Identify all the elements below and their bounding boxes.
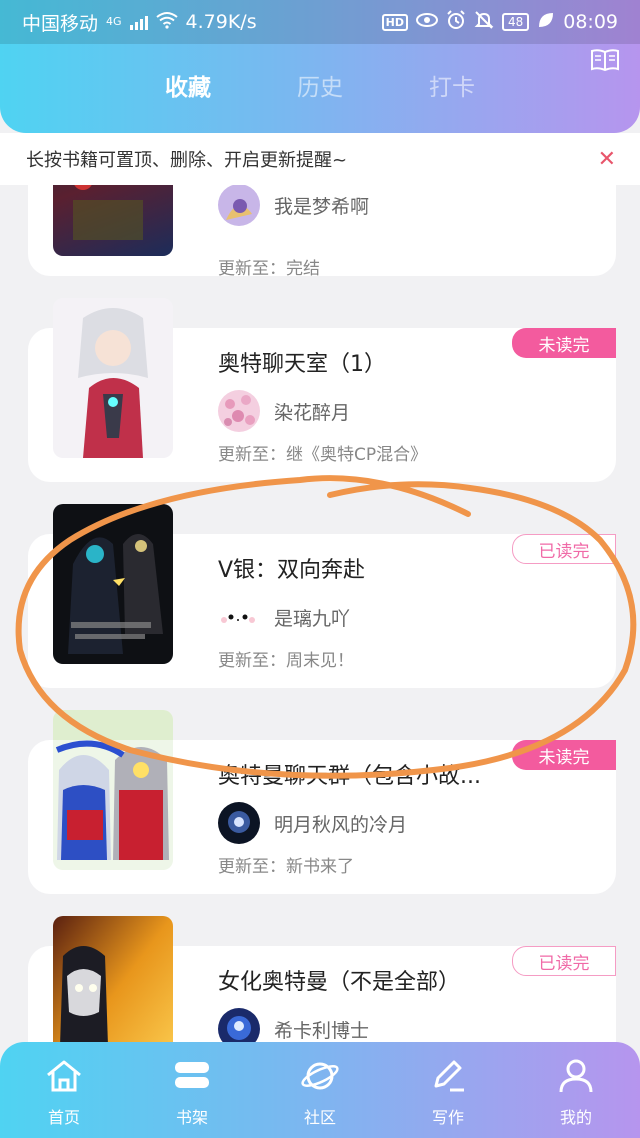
nav-community-label: 社区 — [303, 1108, 336, 1127]
leaf-icon — [537, 11, 555, 34]
mute-bell-icon — [474, 10, 494, 35]
eye-icon — [415, 11, 438, 33]
book-title: 奥特聊天室（1） — [218, 352, 386, 377]
carrier-name: 中国移动 — [22, 12, 99, 35]
status-badge: 未读完 — [512, 328, 616, 358]
author-name: 希卡利博士 — [274, 1019, 370, 1042]
user-icon — [556, 1058, 596, 1098]
pen-icon — [428, 1058, 468, 1098]
notice-bar: 长按书籍可置顶、删除、开启更新提醒~ ✕ — [0, 133, 640, 185]
nav-write[interactable]: 写作 — [403, 1058, 493, 1128]
avatar — [218, 184, 260, 226]
nav-profile-label: 我的 — [559, 1108, 592, 1127]
update-status: 更新至：周末见！ — [218, 651, 354, 671]
nav-community[interactable]: 社区 — [275, 1058, 365, 1128]
book-cover — [53, 298, 173, 458]
status-badge: 未读完 — [512, 740, 616, 770]
signal-icon — [129, 14, 148, 30]
status-badge: 已读完 — [512, 534, 616, 564]
hd-indicator: HD — [381, 13, 408, 31]
avatar — [218, 802, 260, 844]
book-cover — [53, 710, 173, 870]
network-speed: 4.79K/s — [185, 11, 257, 33]
book-title: 女化奥特曼（不是全部） — [218, 970, 461, 995]
planet-icon — [300, 1058, 340, 1098]
nav-bookshelf-label: 书架 — [175, 1108, 208, 1127]
battery-indicator: 48 — [501, 13, 530, 31]
author-name: 我是梦希啊 — [274, 195, 370, 218]
update-status: 更新至：新书来了 — [218, 857, 354, 877]
update-status: 更新至：完结 — [218, 259, 320, 279]
book-cover — [53, 916, 173, 1050]
top-header: 中国移动 4G 4.79K/s HD 48 08:09 收藏 历史 打卡 — [0, 0, 640, 133]
book-title: 奥特曼聊天群（包含小故... — [218, 764, 481, 789]
network-type: 4G — [106, 15, 122, 28]
status-bar: 中国移动 4G 4.79K/s HD 48 08:09 — [0, 0, 640, 44]
tab-bar: 收藏 历史 打卡 — [0, 68, 640, 108]
avatar — [218, 596, 260, 638]
tab-favorites[interactable]: 收藏 — [165, 68, 211, 108]
nav-write-label: 写作 — [431, 1108, 464, 1127]
bottom-navigation: 首页 书架 社区 写作 我的 — [0, 1042, 640, 1138]
nav-bookshelf[interactable]: 书架 — [147, 1058, 237, 1128]
author-name: 染花醉月 — [274, 401, 351, 424]
book-title: V银：双向奔赴 — [218, 558, 366, 583]
tab-checkin[interactable]: 打卡 — [429, 68, 475, 108]
author-name: 是璃九吖 — [274, 607, 351, 630]
book-card[interactable]: 未读完 奥特曼聊天群（包含小故... 明月秋风的冷月 更新至：新书来了 — [28, 710, 616, 894]
bookshelf-icon — [172, 1058, 212, 1098]
clock-time: 08:09 — [563, 11, 618, 33]
bookshelf-list: 我是梦希啊 更新至：完结 未读完 奥特聊天室（1） 染花醉月 更新至：继《奥特C… — [0, 120, 640, 1050]
update-status: 更新至：继《奥特CP混合》 — [218, 445, 428, 465]
book-card[interactable]: 未读完 奥特聊天室（1） 染花醉月 更新至：继《奥特CP混合》 — [28, 298, 616, 482]
avatar — [218, 390, 260, 432]
notice-text: 长按书籍可置顶、删除、开启更新提醒~ — [26, 150, 348, 171]
wifi-icon — [155, 11, 178, 34]
nav-profile[interactable]: 我的 — [531, 1058, 621, 1128]
author-name: 明月秋风的冷月 — [274, 813, 408, 836]
open-book-icon[interactable] — [590, 48, 620, 76]
book-card[interactable]: 已读完 女化奥特曼（不是全部） 希卡利博士 — [28, 916, 616, 1050]
alarm-icon — [446, 9, 466, 35]
status-badge: 已读完 — [512, 946, 616, 976]
home-icon — [44, 1058, 84, 1098]
nav-home[interactable]: 首页 — [19, 1058, 109, 1128]
book-cover — [53, 504, 173, 664]
tab-history[interactable]: 历史 — [297, 68, 343, 108]
close-icon[interactable]: ✕ — [598, 147, 616, 172]
nav-home-label: 首页 — [47, 1108, 80, 1127]
book-card[interactable]: 已读完 V银：双向奔赴 是璃九吖 更新至：周末见！ — [28, 504, 616, 688]
